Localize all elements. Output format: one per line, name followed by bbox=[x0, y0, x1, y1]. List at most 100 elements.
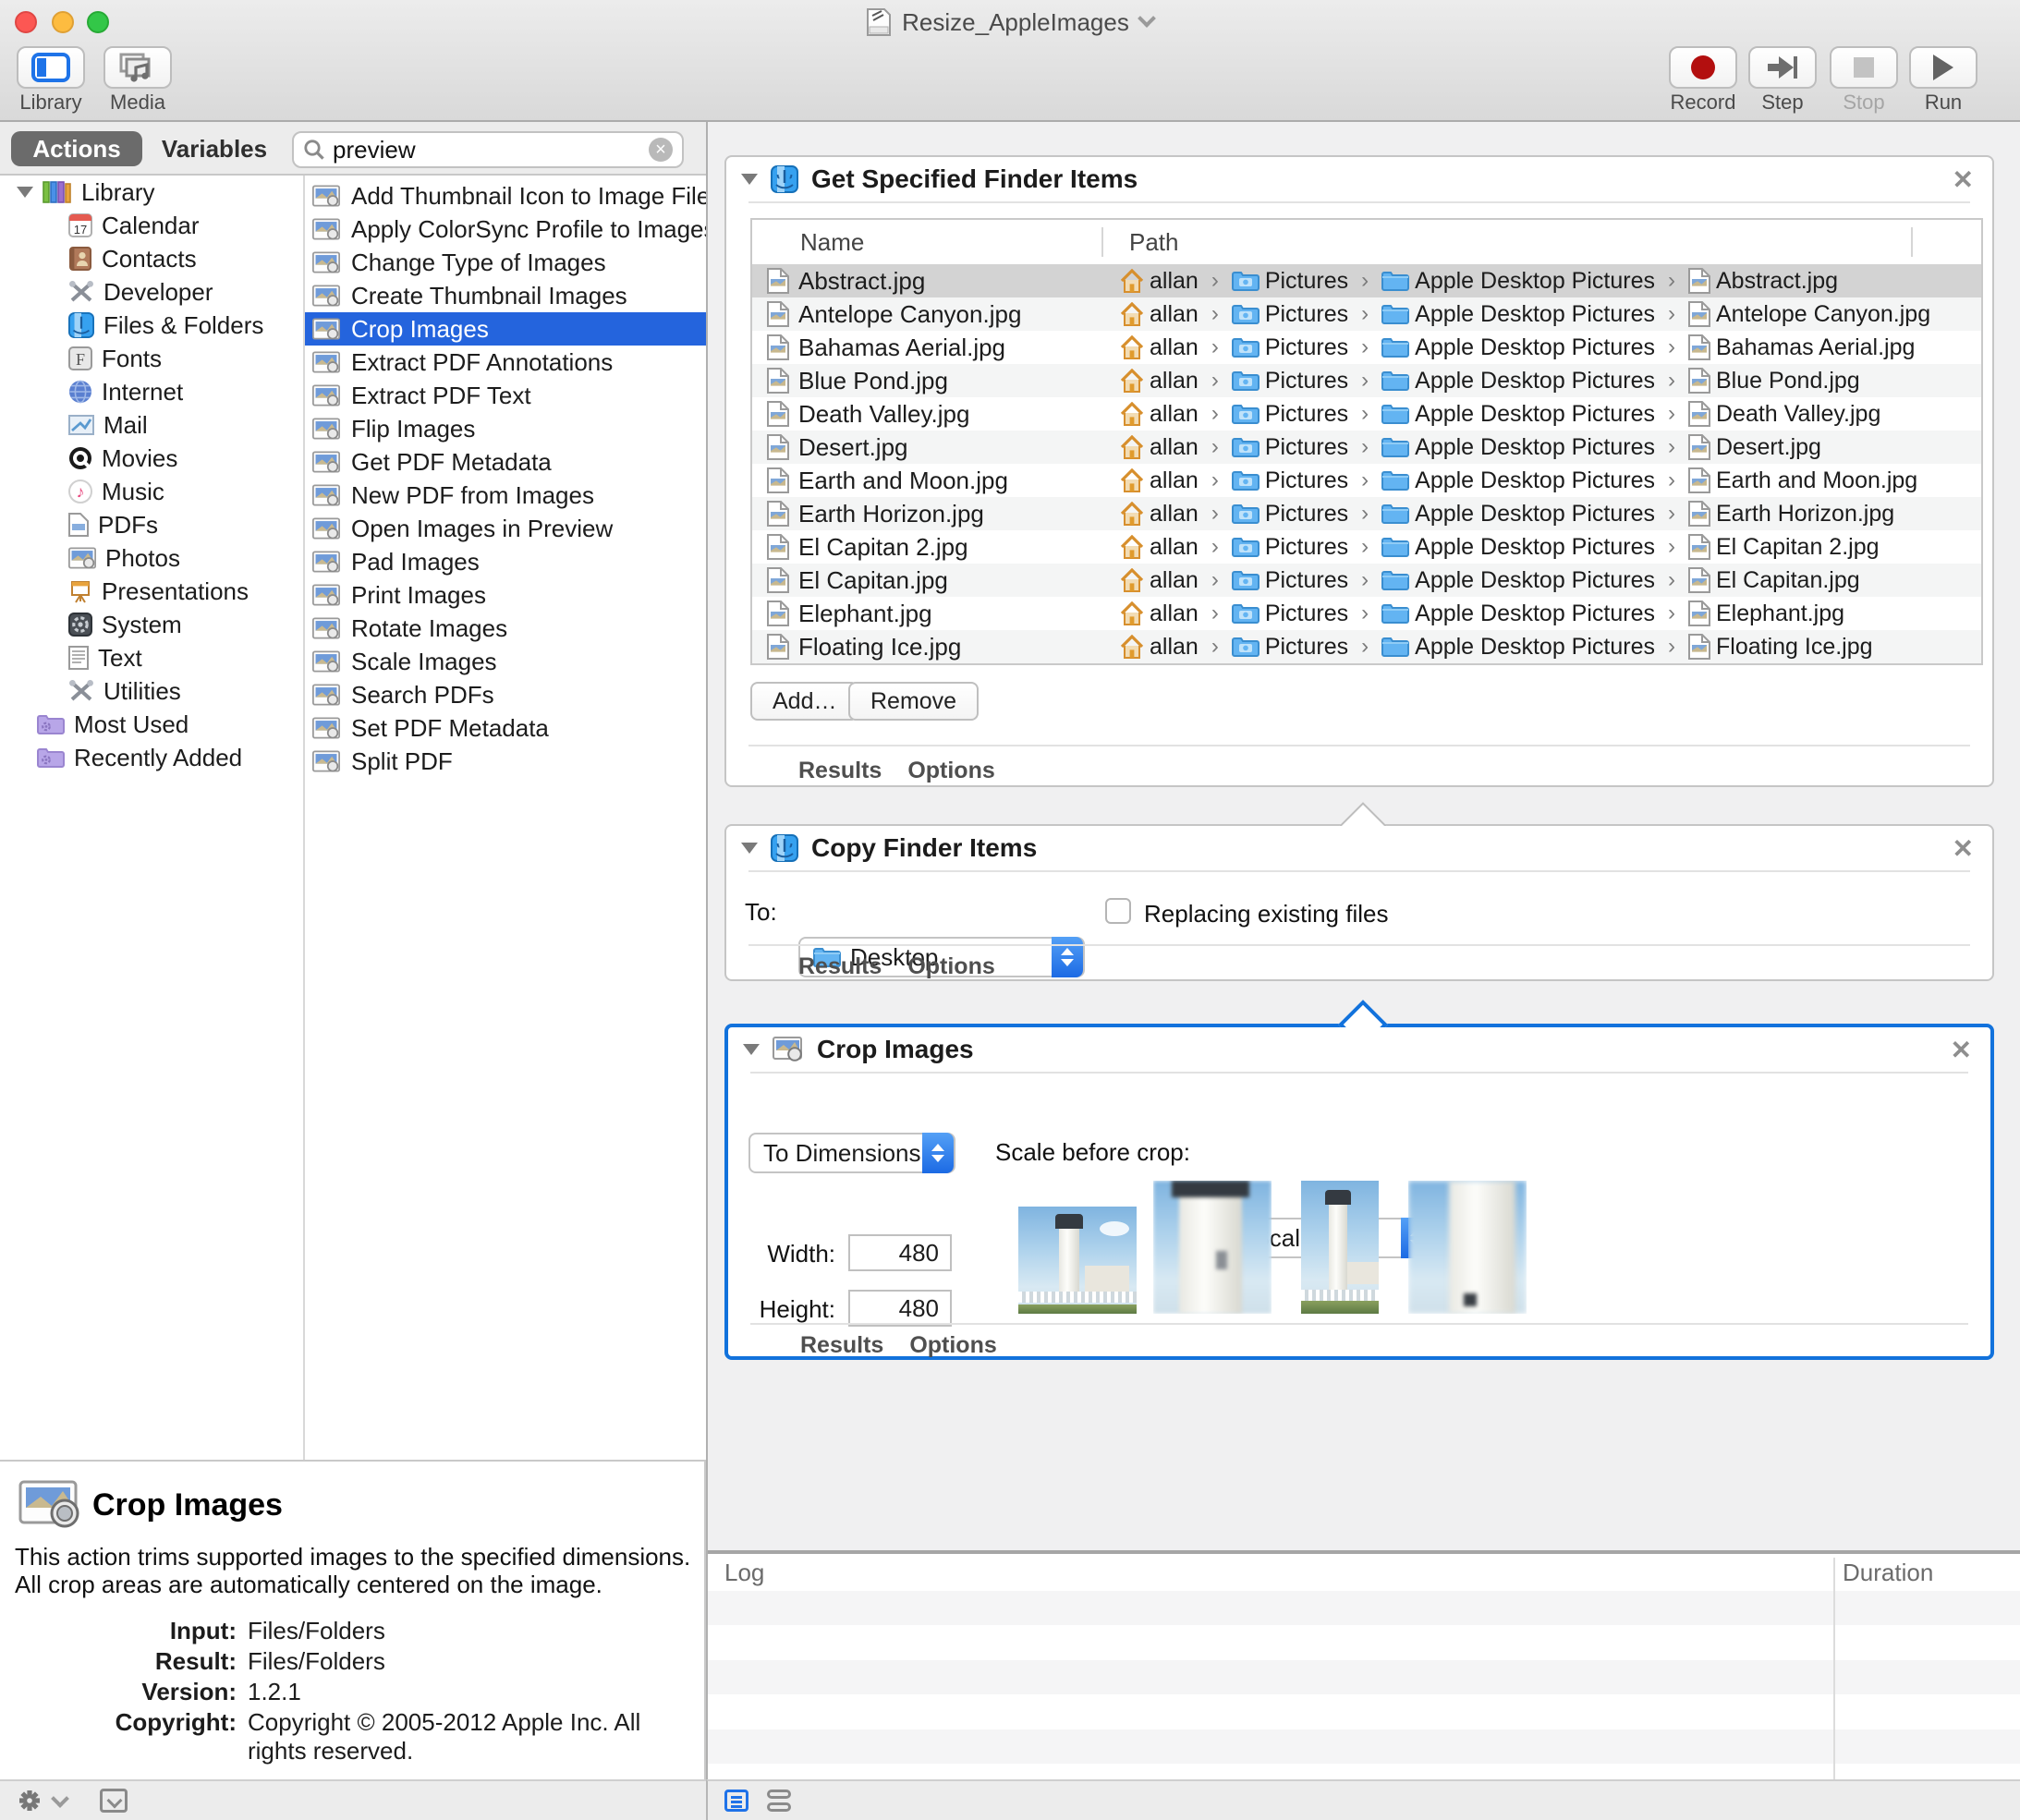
column-header-path[interactable]: Path bbox=[1101, 228, 1179, 257]
finder-item-row[interactable]: Antelope Canyon.jpgallan›Pictures›Apple … bbox=[752, 297, 1981, 331]
action-list-item[interactable]: New PDF from Images bbox=[305, 479, 706, 512]
action-list-item[interactable]: Rotate Images bbox=[305, 612, 706, 645]
action-list-item[interactable]: Get PDF Metadata bbox=[305, 445, 706, 479]
finder-item-row[interactable]: Bahamas Aerial.jpgallan›Pictures›Apple D… bbox=[752, 331, 1981, 364]
gear-menu-chevron-icon[interactable] bbox=[51, 1790, 69, 1808]
column-divider[interactable] bbox=[1101, 227, 1103, 257]
finder-items-table[interactable]: Name Path Abstract.jpgallan›Pictures›App… bbox=[750, 218, 1983, 665]
search-input[interactable] bbox=[333, 136, 641, 164]
finder-item-row[interactable]: Floating Ice.jpgallan›Pictures›Apple Des… bbox=[752, 630, 1981, 663]
tab-variables[interactable]: Variables bbox=[152, 131, 277, 166]
sidebar-item-recently-added[interactable]: Recently Added bbox=[0, 741, 303, 774]
gear-menu-icon[interactable] bbox=[17, 1789, 43, 1813]
sidebar-item-most-used[interactable]: Most Used bbox=[0, 708, 303, 741]
action-block-get-specified-finder-items[interactable]: Get Specified Finder Items ✕ Name Path A… bbox=[724, 155, 1994, 787]
sidebar-item-music[interactable]: ♪Music bbox=[0, 475, 303, 508]
sidebar-item-presentations[interactable]: Presentations bbox=[0, 575, 303, 608]
action-list-item[interactable]: Extract PDF Annotations bbox=[305, 346, 706, 379]
finder-item-row[interactable]: El Capitan 2.jpgallan›Pictures›Apple Des… bbox=[752, 530, 1981, 564]
block3-close-icon[interactable]: ✕ bbox=[1951, 1035, 1972, 1065]
disclosure-triangle-icon[interactable] bbox=[743, 1044, 760, 1055]
action-list-item[interactable]: Pad Images bbox=[305, 545, 706, 578]
block1-options-button[interactable]: Options bbox=[907, 758, 994, 784]
action-block-crop-images[interactable]: Crop Images ✕ To Dimensions Scale before… bbox=[724, 1024, 1994, 1360]
sidebar-item-files-folders[interactable]: Files & Folders bbox=[0, 309, 303, 342]
hide-description-icon[interactable] bbox=[100, 1789, 128, 1813]
log-column-header[interactable]: Log bbox=[708, 1559, 2020, 1587]
title-chevron-icon[interactable] bbox=[1138, 9, 1156, 28]
record-button[interactable] bbox=[1669, 46, 1737, 89]
sidebar-item-fonts[interactable]: FFonts bbox=[0, 342, 303, 375]
action-list-item[interactable]: Change Type of Images bbox=[305, 246, 706, 279]
photo-icon bbox=[312, 285, 340, 307]
block2-close-icon[interactable]: ✕ bbox=[1953, 833, 1974, 864]
workflow-canvas[interactable]: Get Specified Finder Items ✕ Name Path A… bbox=[706, 122, 2020, 1820]
block3-options-button[interactable]: Options bbox=[909, 1332, 996, 1359]
disclosure-triangle-icon[interactable] bbox=[741, 843, 758, 854]
sidebar-item-library[interactable]: Library bbox=[0, 176, 303, 209]
finder-item-row[interactable]: Earth Horizon.jpgallan›Pictures›Apple De… bbox=[752, 497, 1981, 530]
search-field[interactable]: × bbox=[292, 131, 684, 168]
duration-column-divider[interactable] bbox=[1833, 1558, 1835, 1779]
media-toolbar-button[interactable] bbox=[103, 46, 172, 89]
library-toolbar-button[interactable] bbox=[17, 46, 85, 89]
action-list-item[interactable]: Set PDF Metadata bbox=[305, 711, 706, 745]
finder-item-row[interactable]: Death Valley.jpgallan›Pictures›Apple Des… bbox=[752, 397, 1981, 431]
action-block-copy-finder-items[interactable]: Copy Finder Items ✕ To: Desktop Replacin… bbox=[724, 824, 1994, 981]
height-input[interactable]: 480 bbox=[848, 1290, 952, 1327]
step-button[interactable] bbox=[1748, 46, 1817, 89]
clear-search-icon[interactable]: × bbox=[649, 138, 673, 162]
block3-results-button[interactable]: Results bbox=[800, 1332, 883, 1359]
action-list-item-selected[interactable]: Crop Images bbox=[305, 312, 706, 346]
finder-item-row[interactable]: Earth and Moon.jpgallan›Pictures›Apple D… bbox=[752, 464, 1981, 497]
action-list-item[interactable]: Add Thumbnail Icon to Image Files bbox=[305, 179, 706, 212]
crop-mode-popup[interactable]: To Dimensions bbox=[748, 1133, 955, 1173]
block2-results-button[interactable]: Results bbox=[798, 953, 882, 980]
finder-item-row[interactable]: Desert.jpgallan›Pictures›Apple Desktop P… bbox=[752, 431, 1981, 464]
duration-column-header[interactable]: Duration bbox=[1843, 1559, 1933, 1587]
sidebar-item-system[interactable]: System bbox=[0, 608, 303, 641]
replacing-checkbox[interactable] bbox=[1105, 898, 1131, 924]
block1-results-button[interactable]: Results bbox=[798, 758, 882, 784]
action-list-item[interactable]: Apply ColorSync Profile to Images bbox=[305, 212, 706, 246]
path-chevron-icon: › bbox=[1361, 634, 1369, 660]
action-list-item[interactable]: Open Images in Preview bbox=[305, 512, 706, 545]
sidebar-item-contacts[interactable]: Contacts bbox=[0, 242, 303, 275]
sidebar-item-internet[interactable]: Internet bbox=[0, 375, 303, 408]
description-field-label: Result: bbox=[0, 1647, 237, 1676]
image-file-icon bbox=[1688, 567, 1710, 593]
width-input[interactable]: 480 bbox=[848, 1234, 952, 1271]
finder-item-row[interactable]: Abstract.jpgallan›Pictures›Apple Desktop… bbox=[752, 264, 1981, 297]
action-list-item[interactable]: Scale Images bbox=[305, 645, 706, 678]
action-list-item[interactable]: Search PDFs bbox=[305, 678, 706, 711]
tab-actions[interactable]: Actions bbox=[11, 131, 142, 166]
sidebar-item-mail[interactable]: Mail bbox=[0, 408, 303, 442]
finder-item-row[interactable]: El Capitan.jpgallan›Pictures›Apple Deskt… bbox=[752, 564, 1981, 597]
column-divider[interactable] bbox=[1911, 227, 1913, 257]
column-header-name[interactable]: Name bbox=[752, 228, 1101, 257]
sidebar-item-utilities[interactable]: Utilities bbox=[0, 674, 303, 708]
disclosure-triangle-icon[interactable] bbox=[741, 174, 758, 185]
action-list-item[interactable]: Split PDF bbox=[305, 745, 706, 778]
block2-options-button[interactable]: Options bbox=[907, 953, 994, 980]
action-list-item[interactable]: Create Thumbnail Images bbox=[305, 279, 706, 312]
block1-close-icon[interactable]: ✕ bbox=[1953, 164, 1974, 195]
log-stacked-view-icon[interactable] bbox=[767, 1790, 791, 1812]
log-list-view-icon[interactable] bbox=[724, 1790, 748, 1812]
stop-button[interactable] bbox=[1830, 46, 1898, 89]
sidebar-item-developer[interactable]: Developer bbox=[0, 275, 303, 309]
add-items-button[interactable]: Add… bbox=[750, 682, 858, 721]
finder-item-row[interactable]: Elephant.jpgallan›Pictures›Apple Desktop… bbox=[752, 597, 1981, 630]
action-list-item[interactable]: Flip Images bbox=[305, 412, 706, 445]
sidebar-item-photos[interactable]: Photos bbox=[0, 541, 303, 575]
disclosure-triangle-icon[interactable] bbox=[17, 187, 33, 198]
sidebar-item-calendar[interactable]: 17Calendar bbox=[0, 209, 303, 242]
finder-item-row[interactable]: Blue Pond.jpgallan›Pictures›Apple Deskto… bbox=[752, 364, 1981, 397]
remove-items-button[interactable]: Remove bbox=[848, 682, 979, 721]
action-list-item[interactable]: Extract PDF Text bbox=[305, 379, 706, 412]
action-list-item[interactable]: Print Images bbox=[305, 578, 706, 612]
sidebar-item-movies[interactable]: Movies bbox=[0, 442, 303, 475]
sidebar-item-pdfs[interactable]: PDFs bbox=[0, 508, 303, 541]
sidebar-item-text[interactable]: Text bbox=[0, 641, 303, 674]
run-button[interactable] bbox=[1909, 46, 1977, 89]
